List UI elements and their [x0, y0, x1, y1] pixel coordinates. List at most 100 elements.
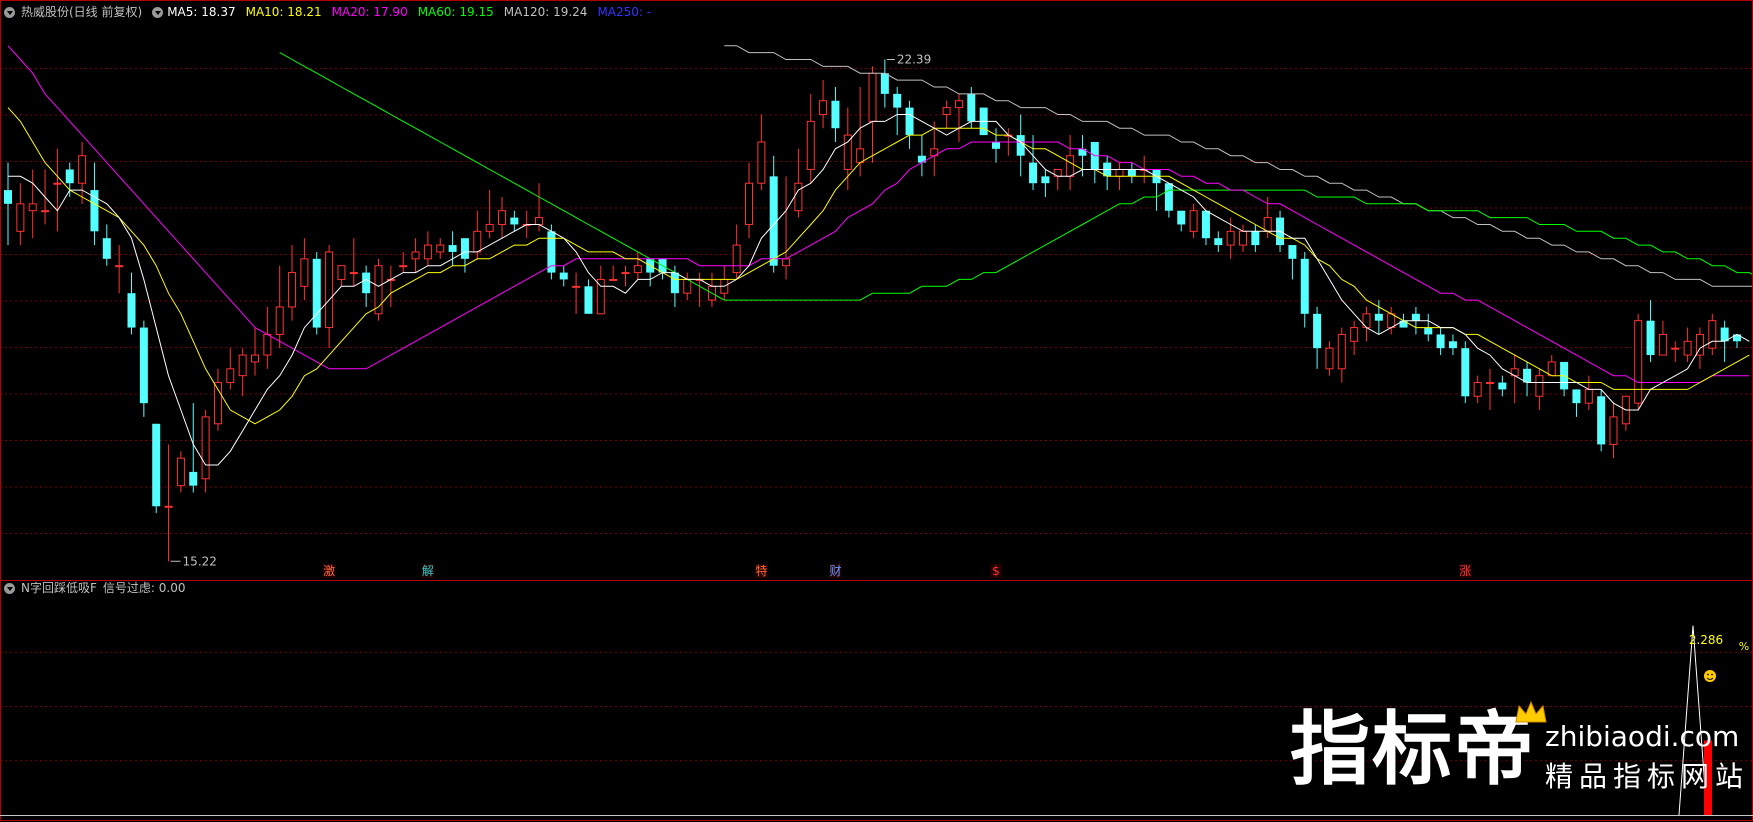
candle[interactable]	[1387, 306, 1396, 335]
candle[interactable]	[843, 107, 852, 191]
candle[interactable]	[1646, 300, 1655, 362]
candle[interactable]	[1621, 395, 1630, 431]
candle[interactable]	[769, 155, 778, 273]
candle[interactable]	[1461, 341, 1470, 404]
candle[interactable]	[1486, 368, 1494, 411]
candle[interactable]	[782, 176, 791, 280]
candle[interactable]	[683, 272, 692, 301]
indicator-title[interactable]: N字回踩低吸F	[21, 580, 97, 596]
candle[interactable]	[609, 265, 618, 281]
candle[interactable]	[1448, 334, 1457, 356]
candle[interactable]	[1053, 168, 1062, 191]
candle[interactable]	[53, 148, 62, 232]
candle[interactable]	[1325, 341, 1334, 376]
candle[interactable]	[312, 251, 321, 335]
candle[interactable]	[584, 279, 593, 314]
stock-title[interactable]: 热威股份(日线 前复权)	[21, 4, 142, 20]
candle[interactable]	[1634, 313, 1643, 411]
candle[interactable]	[1189, 203, 1198, 239]
candle[interactable]	[967, 86, 976, 129]
candle[interactable]	[288, 245, 297, 321]
candle[interactable]	[1313, 306, 1322, 369]
candle[interactable]	[1708, 313, 1717, 356]
candle[interactable]	[460, 238, 469, 273]
candle[interactable]	[1609, 403, 1618, 459]
dropdown-icon[interactable]	[4, 6, 15, 18]
candle[interactable]	[646, 258, 655, 287]
candle[interactable]	[485, 190, 494, 239]
candle[interactable]	[510, 210, 519, 232]
candle[interactable]	[1510, 355, 1519, 404]
candle[interactable]	[1041, 169, 1050, 197]
candle[interactable]	[1078, 135, 1087, 177]
candle[interactable]	[386, 265, 395, 307]
candle[interactable]	[1214, 231, 1223, 252]
candle[interactable]	[411, 238, 420, 273]
candle[interactable]	[1337, 327, 1346, 383]
candle[interactable]	[559, 265, 568, 287]
candle[interactable]	[893, 86, 902, 136]
candle[interactable]	[880, 59, 889, 108]
candle[interactable]	[695, 272, 704, 307]
candle[interactable]	[1658, 320, 1667, 356]
candle[interactable]	[720, 265, 729, 301]
candle[interactable]	[1263, 196, 1272, 239]
candle[interactable]	[300, 238, 309, 301]
candle[interactable]	[423, 231, 432, 266]
candle[interactable]	[1473, 375, 1482, 404]
stock-chart[interactable]: 22.39 15.22 激 解 特 财 $ 涨 2.286%	[0, 0, 1753, 822]
candle[interactable]	[1288, 245, 1297, 280]
candle[interactable]	[757, 114, 766, 191]
candle[interactable]	[127, 272, 136, 335]
candle[interactable]	[1239, 224, 1247, 252]
candle[interactable]	[164, 444, 173, 562]
candle[interactable]	[201, 410, 210, 493]
candle[interactable]	[189, 403, 198, 493]
candle[interactable]	[1584, 375, 1593, 411]
candle[interactable]	[1671, 341, 1680, 362]
candle[interactable]	[1177, 210, 1186, 232]
candle[interactable]	[707, 272, 716, 307]
candle[interactable]	[1572, 389, 1581, 417]
candle[interactable]	[1103, 155, 1112, 191]
candle[interactable]	[1090, 141, 1099, 184]
candle[interactable]	[1523, 361, 1532, 397]
candle[interactable]	[436, 238, 445, 259]
candle[interactable]	[954, 93, 963, 142]
candle[interactable]	[1498, 375, 1507, 397]
candle[interactable]	[831, 86, 840, 142]
candle[interactable]	[28, 169, 37, 239]
candle[interactable]	[1164, 183, 1173, 218]
candle[interactable]	[1201, 210, 1210, 246]
candle[interactable]	[621, 265, 630, 287]
candle[interactable]	[658, 258, 667, 280]
candle[interactable]	[794, 148, 803, 218]
candle[interactable]	[1251, 224, 1260, 252]
candlestick-series[interactable]	[4, 59, 1741, 562]
candle[interactable]	[917, 135, 926, 177]
candle[interactable]	[139, 320, 148, 417]
candle[interactable]	[819, 80, 828, 129]
candle[interactable]	[633, 251, 642, 280]
candle[interactable]	[498, 196, 506, 239]
candle[interactable]	[1535, 368, 1544, 411]
candle[interactable]	[806, 93, 815, 184]
candle[interactable]	[152, 423, 161, 514]
candle[interactable]	[78, 141, 87, 204]
candle[interactable]	[238, 348, 247, 397]
candle[interactable]	[1683, 327, 1692, 362]
candle[interactable]	[275, 265, 284, 349]
dropdown-icon[interactable]	[4, 582, 15, 594]
candle[interactable]	[1547, 355, 1556, 377]
candle[interactable]	[745, 162, 753, 239]
candle[interactable]	[115, 245, 124, 294]
candle[interactable]	[1226, 217, 1235, 259]
candle[interactable]	[374, 258, 383, 321]
dropdown-icon[interactable]	[152, 6, 164, 18]
candle[interactable]	[1127, 162, 1136, 184]
candle[interactable]	[596, 265, 605, 315]
candle[interactable]	[4, 162, 12, 246]
candle[interactable]	[1436, 327, 1445, 356]
candle[interactable]	[16, 183, 25, 246]
candle[interactable]	[1597, 389, 1606, 452]
